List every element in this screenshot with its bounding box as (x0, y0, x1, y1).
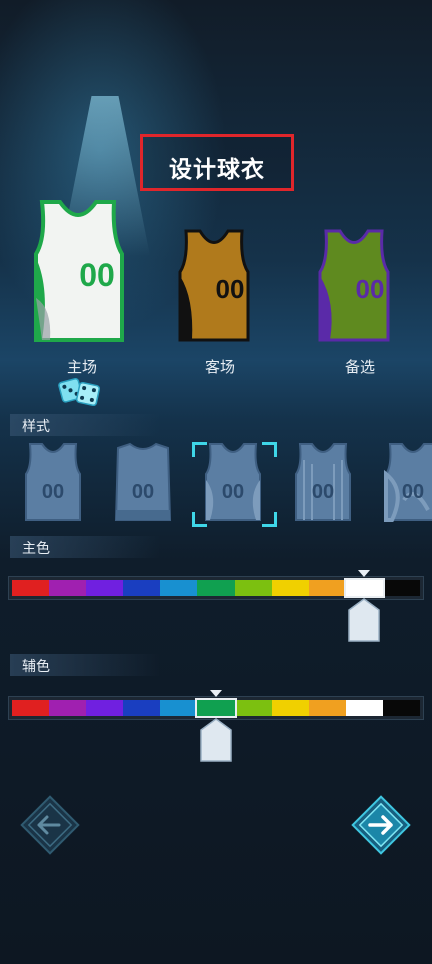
style-option-5[interactable]: 00 (384, 440, 432, 524)
primary-swatch-4[interactable] (123, 580, 161, 596)
secondary-color-slider-handle[interactable] (200, 718, 232, 762)
primary-swatch-1[interactable] (12, 580, 50, 596)
primary-swatch-3[interactable] (86, 580, 124, 596)
primary-swatch-5[interactable] (160, 580, 198, 596)
page-title: 设计球衣 (169, 157, 265, 183)
jersey-alternate-number: 00 (356, 274, 385, 304)
secondary-color-pointer-icon (210, 690, 222, 697)
back-button[interactable] (17, 792, 83, 858)
style-option-3-number: 00 (222, 481, 244, 503)
secondary-swatch-2[interactable] (49, 700, 87, 716)
style-option-1[interactable]: 00 (24, 440, 82, 524)
secondary-swatch-3[interactable] (86, 700, 124, 716)
secondary-swatch-9[interactable] (308, 700, 346, 716)
primary-color-label: 主色 (22, 541, 50, 557)
next-button[interactable] (348, 792, 414, 858)
jersey-alternate-label: 备选 (344, 358, 375, 376)
jersey-away-label: 客场 (204, 358, 235, 376)
primary-swatch-2[interactable] (49, 580, 87, 596)
secondary-swatch-7[interactable] (234, 700, 272, 716)
style-option-4[interactable]: 00 (294, 440, 352, 524)
primary-color-pointer-icon (358, 570, 371, 577)
primary-swatch-11[interactable] (382, 580, 421, 596)
style-option-2-number: 00 (132, 481, 154, 503)
secondary-swatch-8[interactable] (271, 700, 309, 716)
primary-swatch-9[interactable] (308, 580, 346, 596)
secondary-color-label: 辅色 (22, 659, 50, 675)
primary-color-slider-handle[interactable] (348, 598, 381, 642)
jersey-away[interactable]: 00 (178, 228, 250, 344)
jersey-home-number: 00 (79, 257, 115, 293)
dice-randomize-icon[interactable] (58, 374, 102, 410)
secondary-swatch-10[interactable] (345, 700, 383, 716)
secondary-swatch-11[interactable] (382, 700, 421, 716)
primary-swatch-8[interactable] (271, 580, 309, 596)
secondary-swatch-4[interactable] (123, 700, 161, 716)
style-option-5-number: 00 (402, 481, 424, 503)
style-option-4-number: 00 (312, 481, 334, 503)
jersey-alternate[interactable]: 00 (318, 228, 390, 344)
style-section-label: 样式 (22, 419, 50, 435)
title-highlight-box: 设计球衣 (140, 134, 294, 191)
primary-swatch-7[interactable] (234, 580, 272, 596)
jersey-home[interactable]: 00 (32, 198, 124, 346)
style-option-2[interactable]: 00 (114, 440, 172, 524)
primary-color-selection (343, 578, 385, 598)
style-option-1-number: 00 (42, 481, 64, 503)
secondary-color-selection (195, 698, 237, 718)
style-option-3[interactable]: 00 (204, 440, 262, 524)
primary-swatch-6[interactable] (197, 580, 235, 596)
secondary-swatch-5[interactable] (160, 700, 198, 716)
jersey-away-number: 00 (216, 274, 245, 304)
secondary-swatch-1[interactable] (12, 700, 50, 716)
